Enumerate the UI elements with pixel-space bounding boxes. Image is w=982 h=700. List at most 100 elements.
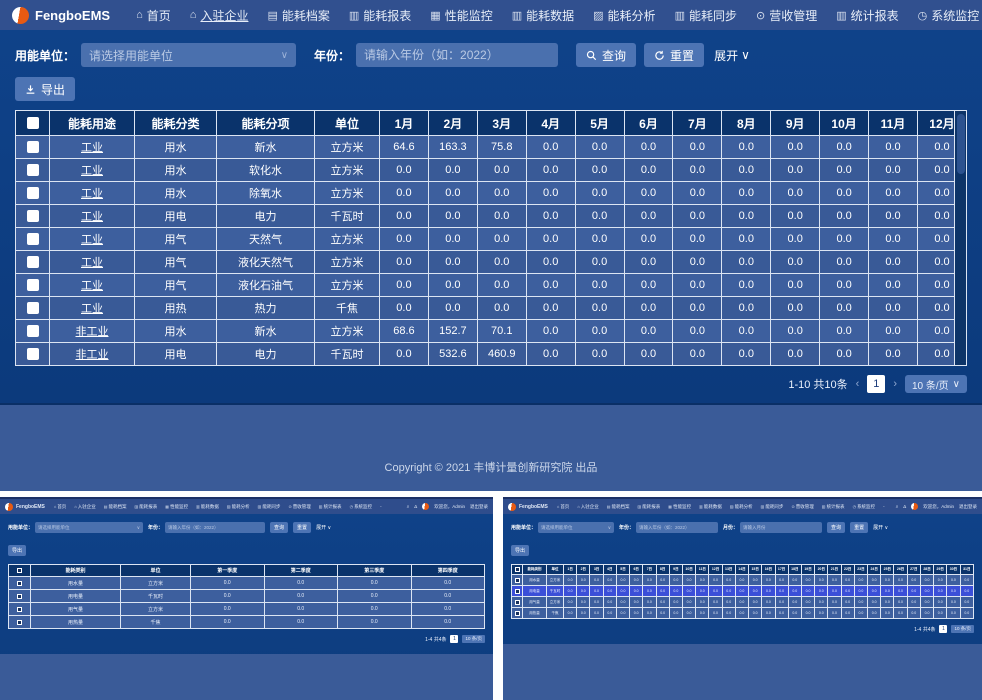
- row-checkbox[interactable]: [27, 279, 39, 291]
- thumbnail-quarterly-report[interactable]: FengboEMS ⌂首页⌂入驻企业▤能耗档案▥能耗报表▦性能监控▥能耗数据▨能…: [0, 497, 493, 700]
- row-checkbox[interactable]: [17, 594, 22, 599]
- nav-item-3[interactable]: ▥能耗报表: [135, 504, 158, 510]
- nav-item-5[interactable]: ▥能耗数据: [196, 504, 219, 510]
- nav-item-8[interactable]: ⊙营收管理: [791, 504, 813, 510]
- search-button[interactable]: 查询: [827, 522, 845, 533]
- usage-link[interactable]: 工业: [50, 228, 135, 251]
- expand-toggle[interactable]: 展开 ∨: [873, 524, 888, 531]
- select-all-checkbox[interactable]: [27, 117, 39, 129]
- row-checkbox[interactable]: [17, 620, 22, 625]
- nav-item-1[interactable]: ⌂入驻企业: [74, 504, 95, 510]
- table-row[interactable]: 用热量千焦0.00.00.00.00.00.00.00.00.00.00.00.…: [512, 608, 974, 619]
- nav-item-0[interactable]: ⌂首页: [136, 7, 171, 24]
- row-checkbox[interactable]: [27, 256, 39, 268]
- unit-select[interactable]: 请选择用能单位∨: [538, 522, 614, 533]
- table-row[interactable]: 工业用热热力千焦0.00.00.00.00.00.00.00.00.00.00.…: [16, 297, 967, 320]
- table-row[interactable]: 用水量立方米0.00.00.00.00.00.00.00.00.00.00.00…: [512, 575, 974, 586]
- nav-item-3[interactable]: ▥能耗报表: [638, 504, 661, 510]
- brand[interactable]: FengboEMS: [12, 7, 110, 24]
- nav-item-10[interactable]: ◷系统监控: [918, 7, 980, 24]
- table-row[interactable]: 用电量千瓦时0.00.00.00.00.00.00.00.00.00.00.00…: [512, 586, 974, 597]
- search-icon[interactable]: ⌕: [407, 504, 410, 509]
- row-checkbox[interactable]: [27, 141, 39, 153]
- thumbnail-daily-report[interactable]: FengboEMS ⌂首页⌂入驻企业▤能耗档案▥能耗报表▦性能监控▥能耗数据▨能…: [503, 497, 982, 700]
- row-checkbox[interactable]: [515, 600, 520, 605]
- export-button[interactable]: 导出: [8, 545, 26, 556]
- table-row[interactable]: 工业用气液化石油气立方米0.00.00.00.00.00.00.00.00.00…: [16, 274, 967, 297]
- nav-item-9[interactable]: ▥统计报表: [319, 504, 342, 510]
- row-checkbox[interactable]: [27, 325, 39, 337]
- nav-item-4[interactable]: ▦性能监控: [430, 7, 492, 24]
- nav-item-4[interactable]: ▦性能监控: [668, 504, 691, 510]
- row-checkbox[interactable]: [17, 581, 22, 586]
- nav-item-4[interactable]: ▦性能监控: [165, 504, 188, 510]
- unit-select[interactable]: 请选择用能单位∨: [35, 522, 143, 533]
- nav-item-8[interactable]: ⊙营收管理: [288, 504, 310, 510]
- expand-toggle[interactable]: 展开∨: [714, 47, 750, 64]
- nav-item-7[interactable]: ▥能耗同步: [761, 504, 784, 510]
- nav-item-8[interactable]: ⊙营收管理: [756, 7, 817, 24]
- nav-item-5[interactable]: ▥能耗数据: [512, 7, 574, 24]
- table-row[interactable]: 工业用水新水立方米64.6163.375.80.00.00.00.00.00.0…: [16, 136, 967, 159]
- nav-item-0[interactable]: ⌂首页: [557, 504, 569, 510]
- year-input[interactable]: [356, 43, 558, 67]
- row-checkbox[interactable]: [515, 611, 520, 616]
- table-row[interactable]: 用气量立方米0.00.00.00.00.00.00.00.00.00.00.00…: [512, 597, 974, 608]
- table-row[interactable]: 用热量千焦0.00.00.00.0: [9, 616, 485, 629]
- nav-item-11[interactable]: -: [380, 504, 382, 510]
- nav-item-3[interactable]: ▥能耗报表: [349, 7, 411, 24]
- row-checkbox[interactable]: [27, 302, 39, 314]
- row-checkbox[interactable]: [27, 210, 39, 222]
- nav-item-9[interactable]: ▥统计报表: [822, 504, 845, 510]
- nav-item-0[interactable]: ⌂首页: [54, 504, 66, 510]
- nav-item-2[interactable]: ▤能耗档案: [267, 7, 329, 24]
- reset-button[interactable]: 重置: [644, 43, 704, 67]
- usage-link[interactable]: 非工业: [50, 320, 135, 343]
- export-button[interactable]: 导出: [15, 77, 75, 101]
- row-checkbox[interactable]: [515, 589, 520, 594]
- page-size-select[interactable]: 10 条/页∨: [905, 375, 967, 393]
- table-row[interactable]: 用气量立方米0.00.00.00.0: [9, 603, 485, 616]
- avatar[interactable]: [911, 503, 918, 510]
- month-input[interactable]: 请输入月份: [740, 522, 822, 533]
- nav-item-9[interactable]: ▥统计报表: [836, 7, 898, 24]
- search-button[interactable]: 查询: [270, 522, 288, 533]
- logout-button[interactable]: 退出登录: [959, 504, 977, 510]
- usage-link[interactable]: 工业: [50, 297, 135, 320]
- nav-item-2[interactable]: ▤能耗档案: [607, 504, 630, 510]
- table-row[interactable]: 工业用电电力千瓦时0.00.00.00.00.00.00.00.00.00.00…: [16, 205, 967, 228]
- bell-icon[interactable]: Δ: [903, 504, 906, 509]
- reset-button[interactable]: 重置: [850, 522, 868, 533]
- row-checkbox[interactable]: [515, 578, 520, 583]
- nav-item-5[interactable]: ▥能耗数据: [699, 504, 722, 510]
- nav-item-6[interactable]: ▨能耗分析: [593, 7, 655, 24]
- page-size-select[interactable]: 10 条/页: [462, 635, 485, 643]
- table-row[interactable]: 用电量千瓦时0.00.00.00.0: [9, 590, 485, 603]
- year-input[interactable]: 请输入年份（如：2022）: [165, 522, 265, 533]
- table-row[interactable]: 工业用气天然气立方米0.00.00.00.00.00.00.00.00.00.0…: [16, 228, 967, 251]
- select-all-checkbox[interactable]: [515, 567, 520, 572]
- usage-link[interactable]: 工业: [50, 205, 135, 228]
- usage-link[interactable]: 工业: [50, 251, 135, 274]
- select-all-checkbox[interactable]: [17, 568, 22, 573]
- table-row[interactable]: 非工业用水新水立方米68.6152.770.10.00.00.00.00.00.…: [16, 320, 967, 343]
- nav-item-1[interactable]: ⌂入驻企业: [190, 7, 249, 24]
- nav-item-6[interactable]: ▨能耗分析: [227, 504, 250, 510]
- bell-icon[interactable]: Δ: [414, 504, 417, 509]
- table-row[interactable]: 工业用气液化天然气立方米0.00.00.00.00.00.00.00.00.00…: [16, 251, 967, 274]
- table-row[interactable]: 工业用水除氧水立方米0.00.00.00.00.00.00.00.00.00.0…: [16, 182, 967, 205]
- reset-button[interactable]: 重置: [293, 522, 311, 533]
- table-row[interactable]: 用水量立方米0.00.00.00.0: [9, 577, 485, 590]
- page-number[interactable]: 1: [867, 375, 885, 393]
- nav-item-2[interactable]: ▤能耗档案: [104, 504, 127, 510]
- year-input[interactable]: 请输入年份（如：2022）: [636, 522, 718, 533]
- logout-button[interactable]: 退出登录: [470, 504, 488, 510]
- page-number[interactable]: 1: [939, 625, 947, 633]
- row-checkbox[interactable]: [17, 607, 22, 612]
- usage-link[interactable]: 工业: [50, 274, 135, 297]
- table-scrollbar[interactable]: [954, 111, 966, 365]
- prev-page-icon[interactable]: ‹: [856, 378, 860, 390]
- search-icon[interactable]: ⌕: [896, 504, 899, 509]
- unit-select[interactable]: 请选择用能单位 ∨: [81, 43, 296, 67]
- nav-item-10[interactable]: ◷系统监控: [350, 504, 373, 510]
